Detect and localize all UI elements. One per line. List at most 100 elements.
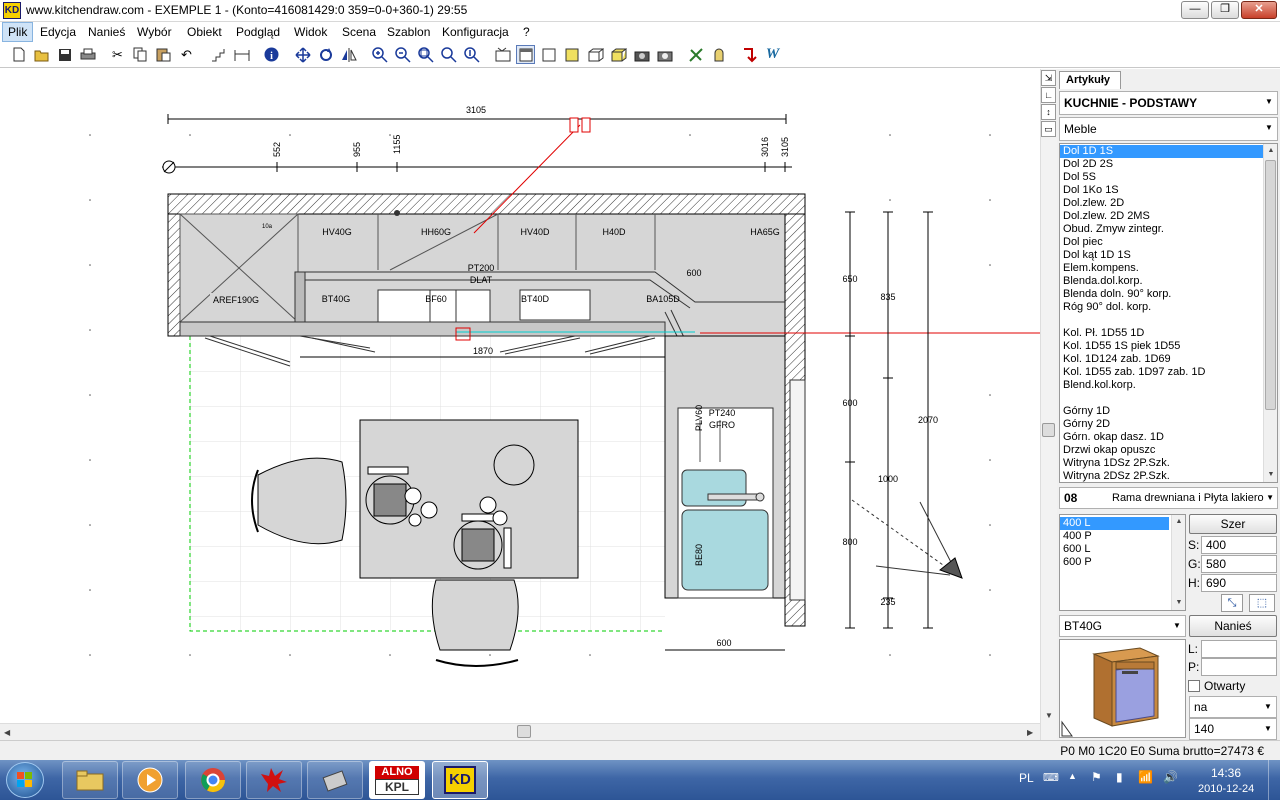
open-checkbox[interactable] — [1188, 680, 1200, 692]
article-list-item[interactable]: Dol piec — [1060, 236, 1277, 249]
subcategory-select[interactable]: Meble ▼ — [1059, 117, 1278, 141]
web-icon[interactable]: W — [763, 45, 782, 64]
menu-help[interactable]: ? — [518, 22, 535, 42]
show-desktop-button[interactable] — [1268, 760, 1280, 800]
dimension-icon[interactable] — [232, 45, 251, 64]
menu-podglad[interactable]: Podgląd — [231, 22, 285, 42]
vertical-scroll-thumb[interactable] — [1042, 423, 1055, 437]
article-list-item[interactable]: Kol. Pł. 1D55 1D — [1060, 327, 1277, 340]
perspective-icon[interactable] — [586, 45, 605, 64]
clock-date[interactable]: 2010-12-24 — [1198, 783, 1254, 795]
plan-view-icon[interactable] — [493, 45, 512, 64]
print-icon[interactable] — [78, 45, 97, 64]
save-icon[interactable] — [55, 45, 74, 64]
menu-wybor[interactable]: Wybór — [132, 22, 177, 42]
article-list-item[interactable]: Dol 1Ko 1S — [1060, 184, 1277, 197]
height-select[interactable]: 140 ▼ — [1189, 718, 1277, 740]
size-list-scrollbar[interactable]: ▲ ▼ — [1171, 515, 1185, 610]
size-list-item[interactable]: 400 L — [1060, 517, 1169, 530]
article-list-item[interactable]: Kol. 1D55 1S piek 1D55 — [1060, 340, 1277, 353]
menu-widok[interactable]: Widok — [289, 22, 332, 42]
resize-icon[interactable]: ⤡ — [1221, 594, 1243, 612]
tab-corner-icon[interactable]: ∟ — [1041, 87, 1056, 103]
signal-icon[interactable]: 📶 — [1138, 770, 1153, 784]
tray-expand-icon[interactable]: ▲ — [1068, 771, 1077, 781]
article-list-item[interactable]: Dol 2D 2S — [1060, 158, 1277, 171]
minimize-button[interactable]: — — [1181, 1, 1209, 19]
rotate-icon[interactable] — [316, 45, 335, 64]
media-player-icon[interactable] — [122, 761, 178, 799]
language-indicator[interactable]: PL — [1019, 771, 1034, 785]
battery-icon[interactable]: ▮ — [1116, 770, 1123, 784]
article-list-item[interactable]: Blenda.dol.korp. — [1060, 275, 1277, 288]
article-list-item[interactable]: Róg 90° dol. korp. — [1060, 301, 1277, 314]
camera-icon[interactable] — [632, 45, 651, 64]
scroll-down-icon[interactable]: ▼ — [1264, 468, 1277, 482]
kitchendraw-icon[interactable]: KD — [432, 761, 488, 799]
scroll-right-icon[interactable]: ▶ — [1027, 728, 1033, 737]
size-list-item[interactable]: 600 L — [1060, 543, 1185, 556]
size-list-item[interactable]: 400 P — [1060, 530, 1185, 543]
zoom-window-icon[interactable] — [416, 45, 435, 64]
tools-icon[interactable] — [307, 761, 363, 799]
arrow-export-icon[interactable] — [740, 45, 759, 64]
scroll-down-icon[interactable]: ▼ — [1045, 711, 1053, 720]
chrome-icon[interactable] — [185, 761, 241, 799]
elevation-icon[interactable] — [562, 45, 581, 64]
wall-view-icon[interactable] — [539, 45, 558, 64]
article-list-item[interactable]: Kol. 1D55 zab. 1D97 zab. 1D — [1060, 366, 1277, 379]
size-list[interactable]: 400 L 400 P 600 L 600 P ▲ ▼ — [1059, 514, 1186, 611]
article-list-item[interactable]: Dol 1D 1S — [1060, 145, 1275, 158]
info-icon[interactable]: i — [262, 45, 281, 64]
menu-konfiguracja[interactable]: Konfiguracja — [437, 22, 514, 42]
menu-plik[interactable]: Plik — [2, 22, 34, 42]
tab-level-icon[interactable]: ↕ — [1041, 104, 1056, 120]
article-list-item[interactable]: Witryna 1DSz 2P.Szk. — [1060, 457, 1277, 470]
menu-obiekt[interactable]: Obiekt — [182, 22, 227, 42]
zoom-in-icon[interactable] — [370, 45, 389, 64]
volume-icon[interactable]: 🔊 — [1163, 770, 1178, 784]
zoom-all-icon[interactable] — [462, 45, 481, 64]
article-list-item[interactable]: Witryna 2DSz 2P.Szk. — [1060, 470, 1277, 482]
article-list-thumb[interactable] — [1265, 160, 1276, 410]
s-field[interactable]: 400 — [1201, 536, 1277, 554]
place-button[interactable]: Nanieś — [1189, 615, 1277, 637]
restore-button[interactable]: ❐ — [1211, 1, 1239, 19]
menu-scena[interactable]: Scena — [337, 22, 381, 42]
article-list-item[interactable]: Kol. 1D124 zab. 1D69 — [1060, 353, 1277, 366]
clock-time[interactable]: 14:36 — [1211, 766, 1241, 780]
scroll-up-icon[interactable]: ▲ — [1172, 515, 1185, 529]
camera2-icon[interactable] — [655, 45, 674, 64]
article-list-item[interactable]: Dol kąt 1D 1S — [1060, 249, 1277, 262]
move-icon[interactable] — [293, 45, 312, 64]
paint-splash-icon[interactable] — [246, 761, 302, 799]
g-field[interactable]: 580 — [1201, 555, 1277, 573]
article-list-item[interactable]: Drzwi okap opuszc — [1060, 444, 1277, 457]
finish-select[interactable]: 08 Rama drewniana i Płyta lakiero ▼ — [1059, 487, 1278, 509]
horizontal-scrollbar[interactable]: ◀ ▶ — [0, 723, 1040, 740]
close-button[interactable]: ✕ — [1241, 1, 1277, 19]
copy-icon[interactable] — [131, 45, 150, 64]
horizontal-scroll-thumb[interactable] — [517, 725, 531, 738]
article-list-item[interactable]: Górny 1D — [1060, 405, 1277, 418]
stairs-icon[interactable] — [209, 45, 228, 64]
render-icon[interactable] — [686, 45, 705, 64]
scroll-left-icon[interactable]: ◀ — [4, 728, 10, 737]
article-list-item[interactable]: Górny 2D — [1060, 418, 1277, 431]
hinge-select[interactable]: na ▼ — [1189, 696, 1277, 718]
undo-icon[interactable]: ↶ — [177, 45, 196, 64]
grid-select-icon[interactable]: ⬚ — [1249, 594, 1275, 612]
flag-icon[interactable]: ⚑ — [1091, 770, 1102, 784]
start-button[interactable] — [6, 762, 44, 798]
alno-kpl-icon[interactable]: ALNO KPL — [369, 761, 425, 799]
scroll-up-icon[interactable]: ▲ — [1264, 144, 1277, 158]
article-list-item[interactable]: Górn. okap dasz. 1D — [1060, 431, 1277, 444]
mirror-icon[interactable] — [339, 45, 358, 64]
lamp-icon[interactable] — [709, 45, 728, 64]
keyboard-icon[interactable]: ⌨ — [1043, 771, 1059, 784]
plan-view-active-icon[interactable] — [516, 45, 535, 64]
scroll-down-icon[interactable]: ▼ — [1172, 596, 1185, 610]
article-list[interactable]: Dol 1D 1S Dol 2D 2S Dol 5S Dol 1Ko 1S Dol.zl… — [1059, 143, 1278, 483]
tab-page-icon[interactable]: ▭ — [1041, 121, 1056, 137]
zoom-fit-icon[interactable] — [439, 45, 458, 64]
